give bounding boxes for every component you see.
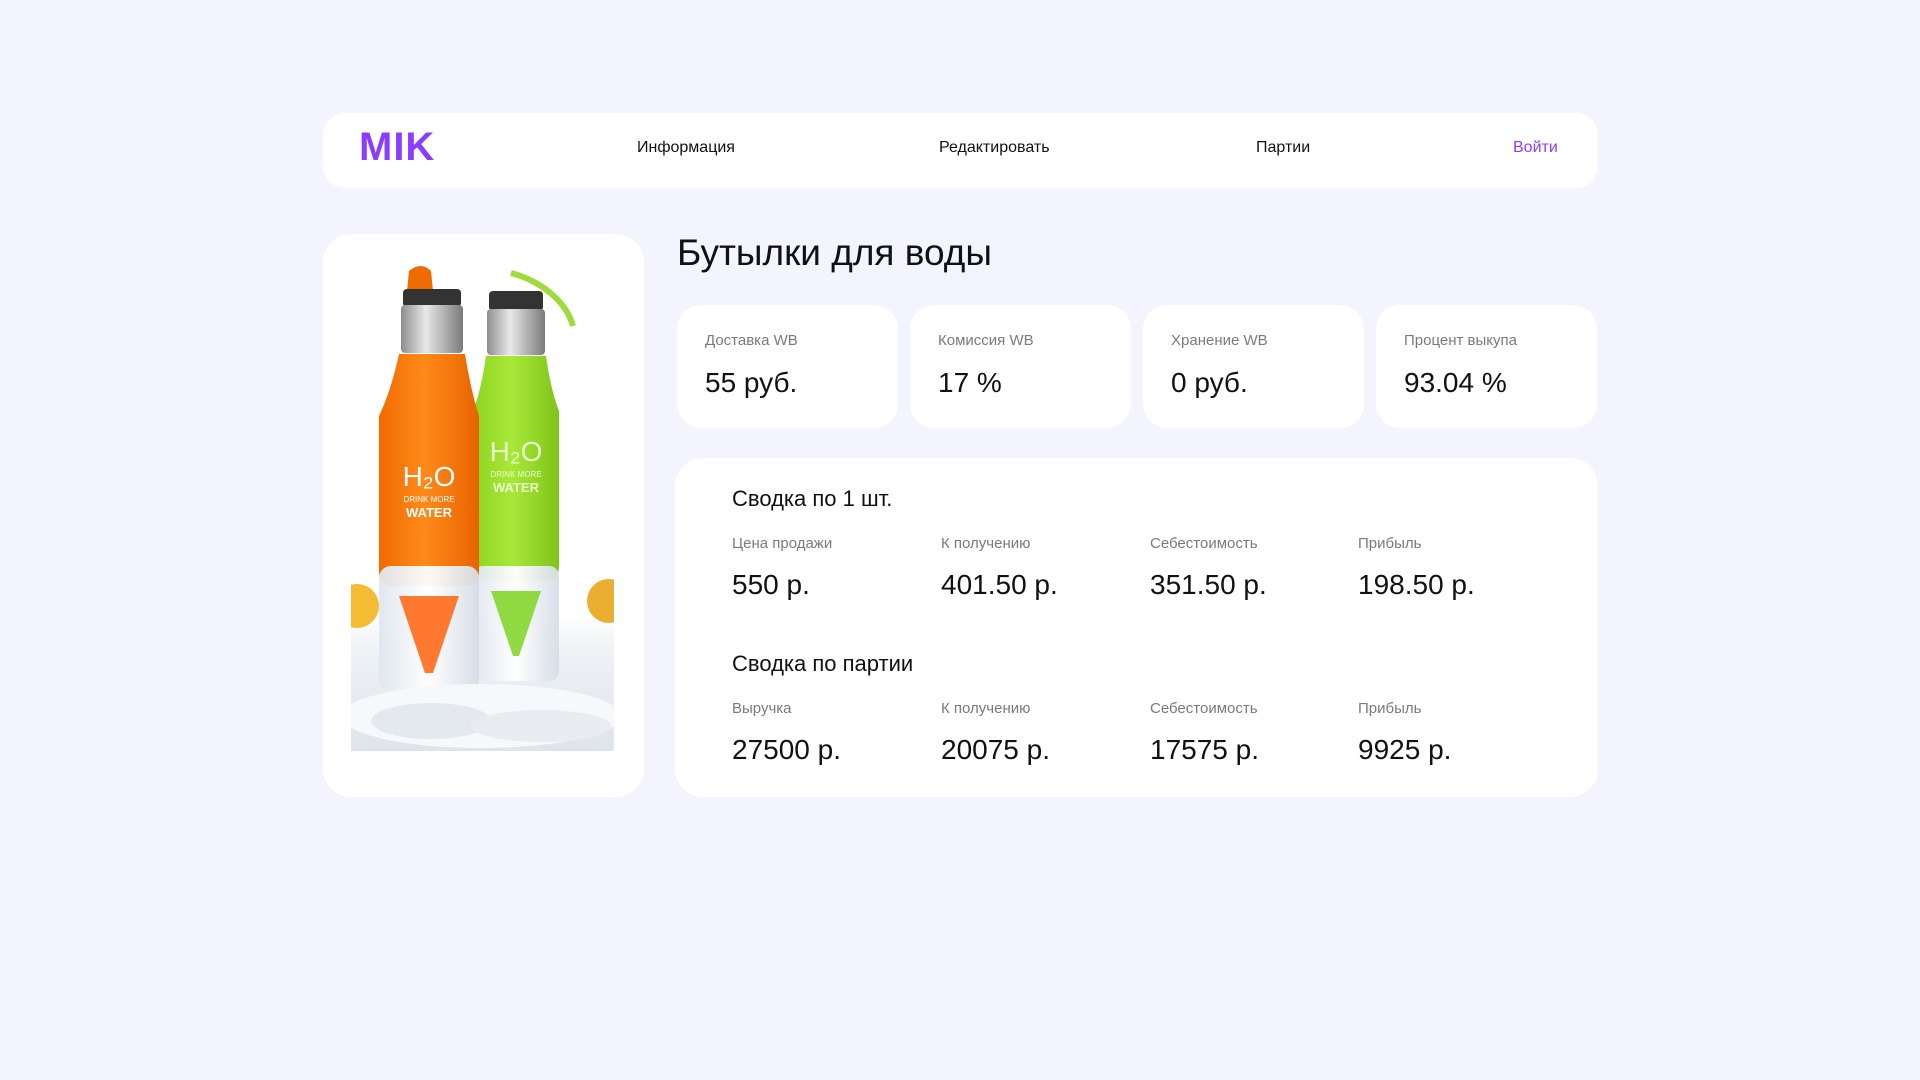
metric-value: 27500 р. xyxy=(732,734,841,765)
top-navigation: MIK Информация Редактировать Партии Войт… xyxy=(323,113,1598,188)
metric-value: 351.50 р. xyxy=(1150,569,1267,600)
summary-batch-title: Сводка по партии xyxy=(732,651,914,676)
login-link[interactable]: Войти xyxy=(1513,139,1558,157)
metric-label: Себестоимость xyxy=(1150,700,1258,717)
nav-link-batches[interactable]: Партии xyxy=(1256,139,1310,157)
metric-profit: Прибыль 198.50 р. xyxy=(1358,535,1558,601)
bottle1-word: WATER xyxy=(406,505,453,520)
product-photo-card: H₂O DRINK MORE WATER H₂O DRINK MORE WATE… xyxy=(323,234,644,797)
stat-card-commission: Комиссия WB 17 % xyxy=(910,305,1131,428)
metric-sale-price: Цена продажи 550 р. xyxy=(732,535,932,601)
stat-label: Комиссия WB xyxy=(938,332,1034,349)
stat-card-storage: Хранение WB 0 руб. xyxy=(1143,305,1364,428)
bottle2-tagline: DRINK MORE xyxy=(490,470,541,479)
metric-batch-profit: Прибыль 9925 р. xyxy=(1358,700,1558,766)
stat-label: Доставка WB xyxy=(705,332,798,349)
stat-value: 93.04 % xyxy=(1404,367,1507,398)
metric-value: 198.50 р. xyxy=(1358,569,1475,600)
metric-value: 401.50 р. xyxy=(941,569,1058,600)
metric-cost: Себестоимость 351.50 р. xyxy=(1150,535,1350,601)
stat-label: Процент выкупа xyxy=(1404,332,1517,349)
metric-value: 9925 р. xyxy=(1358,734,1452,765)
stat-value: 0 руб. xyxy=(1171,367,1248,398)
summary-card: Сводка по 1 шт. Цена продажи 550 р. К по… xyxy=(675,458,1598,797)
metric-label: Выручка xyxy=(732,700,792,717)
page-title: Бутылки для воды xyxy=(677,232,992,273)
metric-value: 17575 р. xyxy=(1150,734,1259,765)
bottle1-logo: H₂O xyxy=(403,461,456,492)
metric-label: К получению xyxy=(941,700,1031,717)
stat-value: 17 % xyxy=(938,367,1002,398)
metric-label: Прибыль xyxy=(1358,700,1422,717)
metric-batch-receivable: К получению 20075 р. xyxy=(941,700,1141,766)
metric-value: 550 р. xyxy=(732,569,810,600)
bottle2-logo: H₂O xyxy=(490,436,543,467)
metric-value: 20075 р. xyxy=(941,734,1050,765)
logo[interactable]: MIK xyxy=(359,125,435,170)
stat-card-delivery: Доставка WB 55 руб. xyxy=(677,305,898,428)
metric-batch-cost: Себестоимость 17575 р. xyxy=(1150,700,1350,766)
nav-link-info[interactable]: Информация xyxy=(637,139,735,157)
metric-label: К получению xyxy=(941,535,1031,552)
metric-receivable: К получению 401.50 р. xyxy=(941,535,1141,601)
stat-value: 55 руб. xyxy=(705,367,798,398)
bottle2-word: WATER xyxy=(493,480,540,495)
metric-label: Прибыль xyxy=(1358,535,1422,552)
stat-card-buyout: Процент выкупа 93.04 % xyxy=(1376,305,1597,428)
metric-revenue: Выручка 27500 р. xyxy=(732,700,932,766)
water-bottles-illustration: H₂O DRINK MORE WATER H₂O DRINK MORE WATE… xyxy=(351,266,614,748)
summary-unit-title: Сводка по 1 шт. xyxy=(732,486,893,511)
product-image: H₂O DRINK MORE WATER H₂O DRINK MORE WATE… xyxy=(351,261,614,751)
metric-label: Цена продажи xyxy=(732,535,833,552)
nav-link-edit[interactable]: Редактировать xyxy=(939,139,1050,157)
bottle1-tagline: DRINK MORE xyxy=(403,495,454,504)
stat-label: Хранение WB xyxy=(1171,332,1268,349)
metric-label: Себестоимость xyxy=(1150,535,1258,552)
